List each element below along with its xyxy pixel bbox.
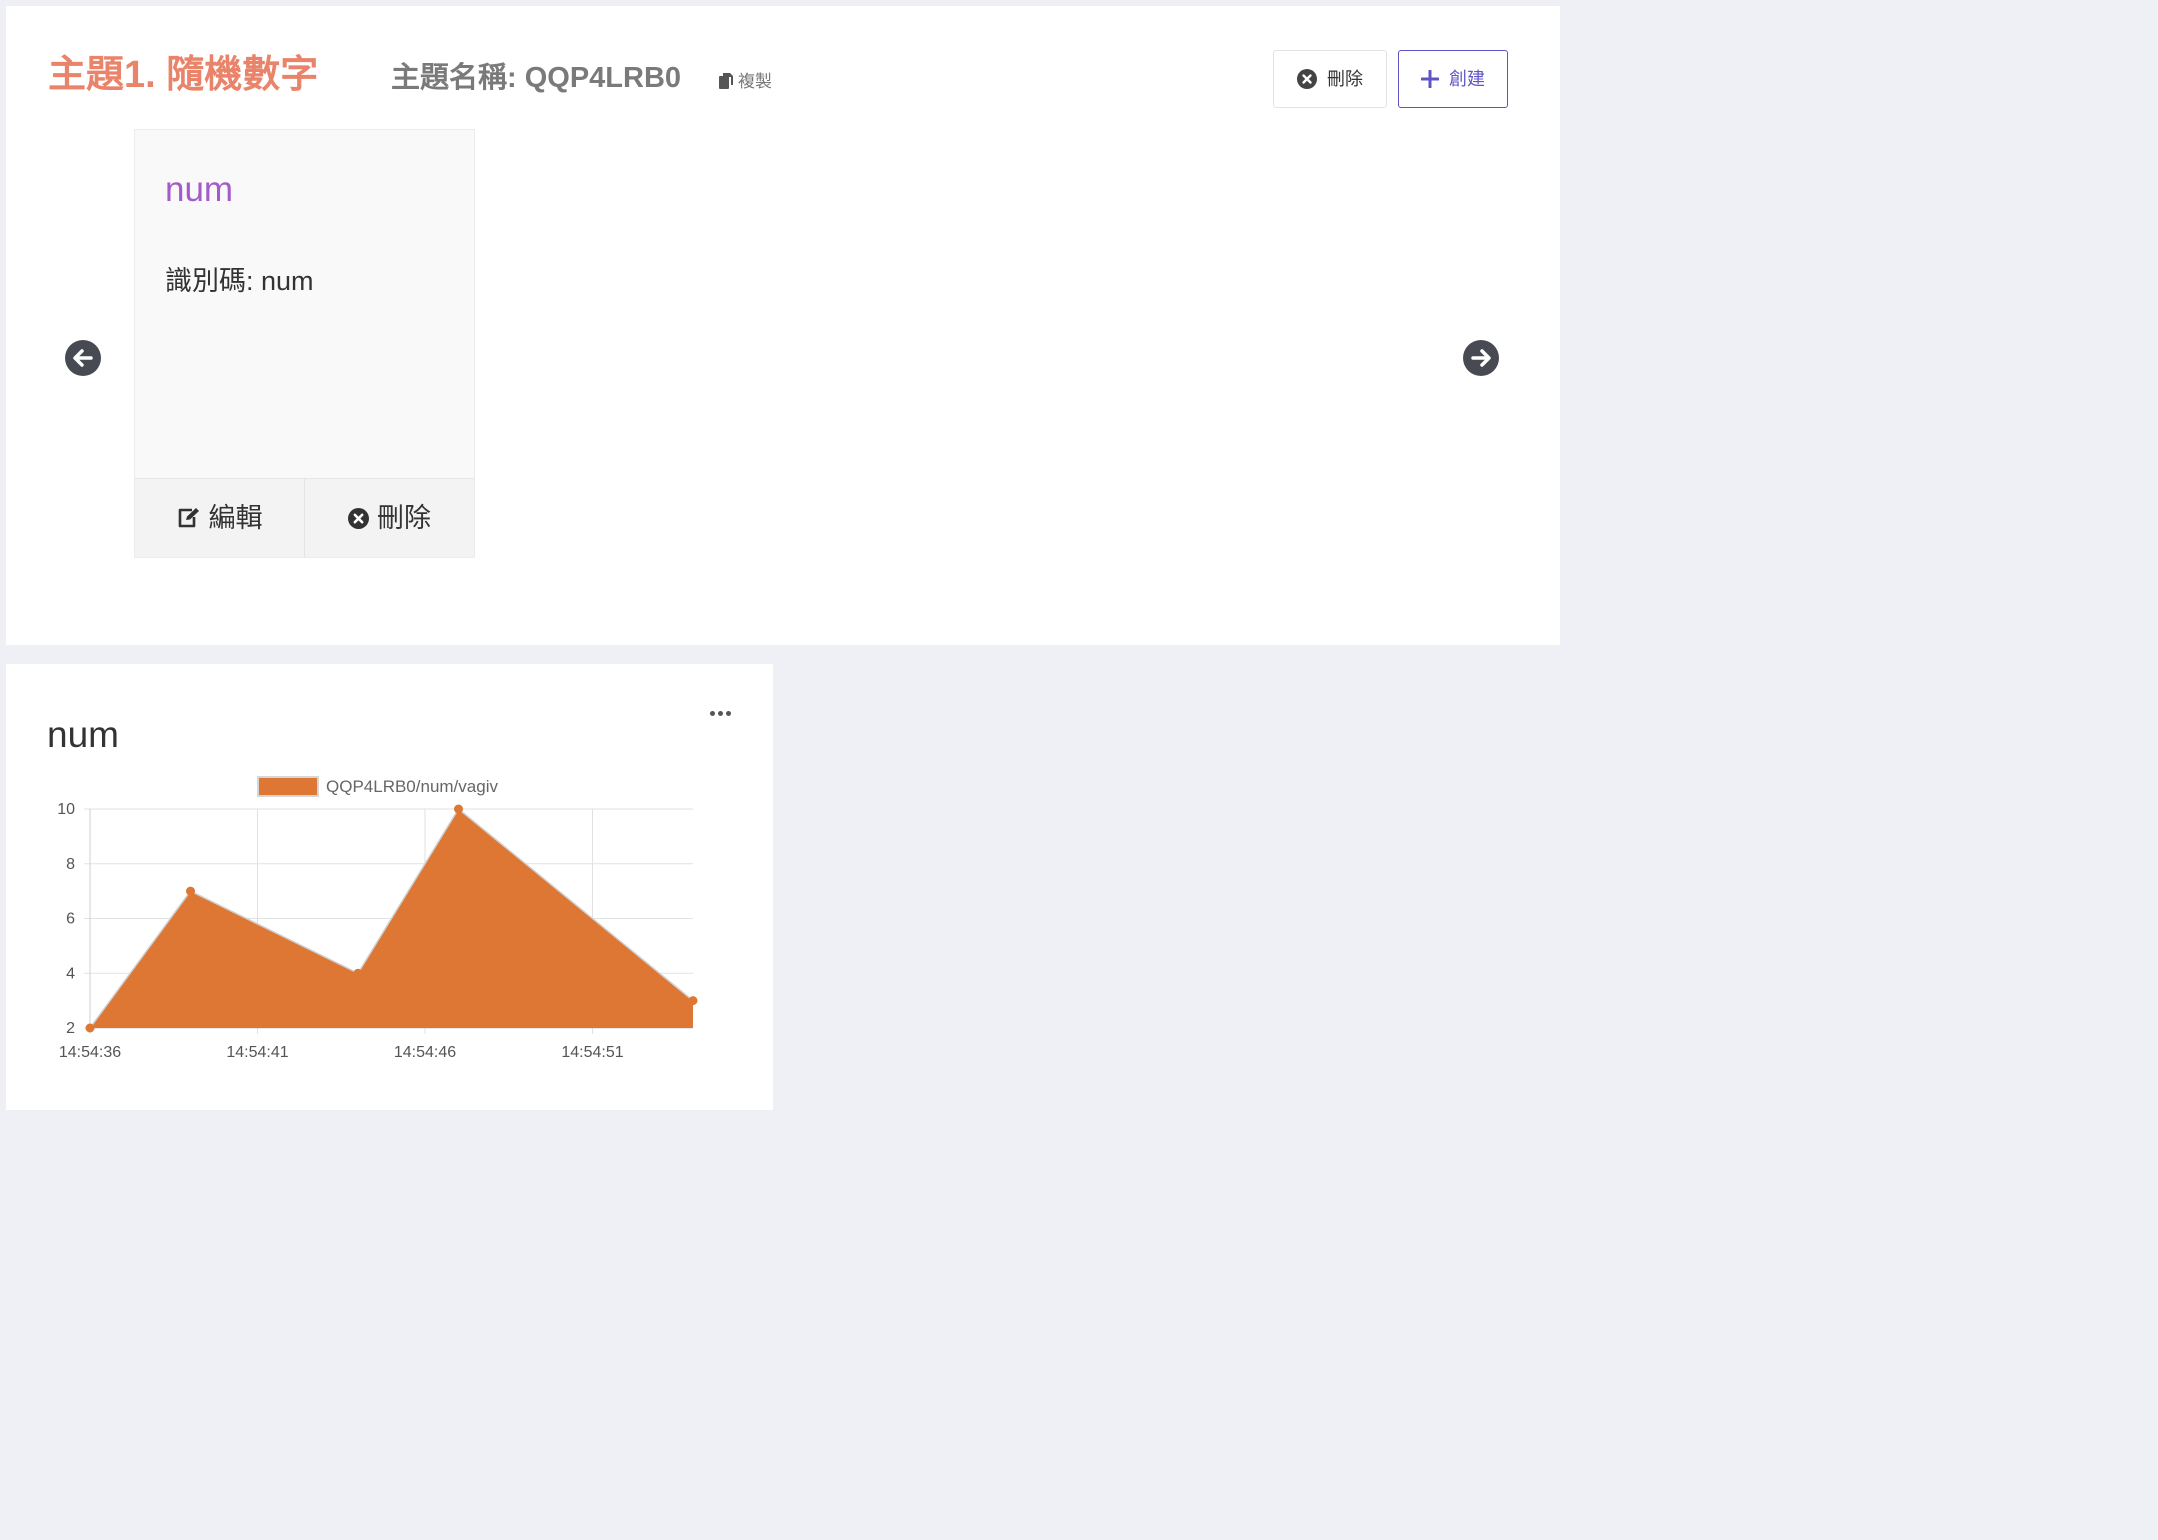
delete-topic-button[interactable]: 刪除: [1273, 50, 1387, 108]
create-label: 創建: [1449, 69, 1485, 89]
data-point: [186, 886, 195, 896]
legend-label: QQP4LRB0/num/vagiv: [326, 777, 498, 796]
edit-button[interactable]: 編輯: [135, 479, 304, 557]
data-point: [353, 968, 363, 978]
delete-card-button[interactable]: 刪除: [304, 479, 474, 557]
data-point: [85, 1023, 95, 1033]
copy-icon: [719, 73, 733, 89]
topic-panel: 主題1. 隨機數字 主題名稱: QQP4LRB0 複製 刪除 創建 num 識別…: [6, 6, 1560, 645]
item-card: num 識別碼: num 編輯 刪除: [134, 129, 475, 558]
edit-label: 編輯: [208, 502, 263, 533]
topic-title: 主題1. 隨機數字: [48, 54, 319, 96]
create-button[interactable]: 創建: [1398, 50, 1508, 108]
y-tick-label: 2: [66, 1020, 75, 1037]
prev-arrow-button[interactable]: [65, 340, 101, 376]
x-tick-label: 14:54:46: [394, 1044, 456, 1061]
x-tick-label: 14:54:41: [226, 1044, 288, 1061]
data-point: [454, 804, 463, 814]
data-point: [688, 996, 698, 1006]
close-circle-icon: [1297, 69, 1317, 89]
card-footer: 編輯 刪除: [135, 478, 474, 557]
copy-button[interactable]: 複製: [718, 72, 772, 90]
area-chart: 2 4 6 8 10 14:54:36 14:54:41 14:54:46 14:54:51 QQ…: [57, 776, 698, 1061]
delete-card-label: 刪除: [377, 502, 431, 533]
y-tick-label: 8: [66, 856, 75, 873]
card-title: num: [165, 170, 234, 209]
y-tick-label: 4: [66, 965, 75, 982]
topic-name: 主題名稱: QQP4LRB0: [391, 62, 682, 94]
x-tick-label: 14:54:51: [561, 1044, 623, 1061]
close-circle-icon: [348, 507, 369, 529]
delete-topic-label: 刪除: [1327, 69, 1363, 89]
card-identifier: 識別碼: num: [165, 266, 314, 296]
plus-icon: [1421, 70, 1439, 88]
chart-panel: num 2 4 6 8 10 14:54:36 14:54:41 14:54:46 14:54:…: [6, 664, 773, 1110]
y-tick-label: 6: [66, 911, 75, 928]
next-arrow-button[interactable]: [1463, 340, 1499, 376]
arrow-right-icon: [1471, 349, 1491, 367]
x-tick-label: 14:54:36: [59, 1044, 121, 1061]
y-tick-label: 10: [57, 801, 75, 818]
legend-swatch: [257, 776, 319, 797]
edit-icon: [178, 508, 199, 528]
copy-label: 複製: [738, 71, 772, 91]
arrow-left-icon: [73, 349, 93, 367]
